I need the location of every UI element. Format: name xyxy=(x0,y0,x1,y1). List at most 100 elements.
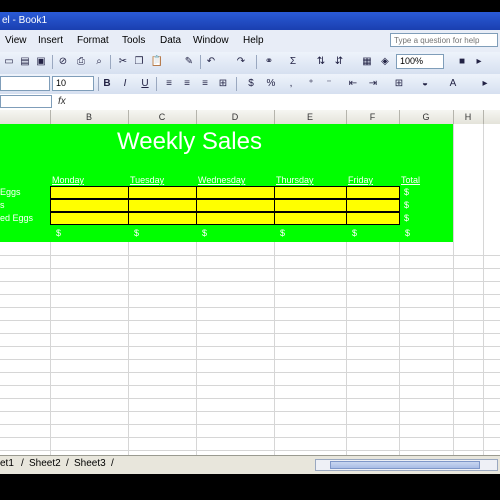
sales-cell[interactable] xyxy=(50,199,129,212)
new-icon[interactable]: ▭ xyxy=(2,55,16,69)
sales-cell[interactable] xyxy=(50,186,129,199)
print-preview-icon[interactable]: ⌕ xyxy=(92,55,106,69)
decrease-indent-icon[interactable]: ⇤ xyxy=(346,77,360,91)
bold-icon[interactable]: B xyxy=(100,77,114,91)
paste-icon[interactable]: 📋 xyxy=(150,55,164,69)
sales-cell[interactable] xyxy=(50,212,129,225)
format-painter-icon[interactable]: ✎ xyxy=(182,55,196,69)
undo-icon[interactable]: ↶ xyxy=(204,55,218,69)
row-label-2[interactable]: s xyxy=(0,200,5,210)
day-header-monday[interactable]: Monday xyxy=(52,175,84,185)
align-center-icon[interactable]: ≡ xyxy=(180,77,194,91)
column-header-a[interactable] xyxy=(0,110,51,124)
sort-descending-icon[interactable]: ⇵ xyxy=(332,55,346,69)
align-right-icon[interactable]: ≡ xyxy=(198,77,212,91)
zoom-select[interactable]: 100% xyxy=(396,54,444,69)
menu-help[interactable]: Help xyxy=(243,35,264,46)
column-header-g[interactable]: G xyxy=(399,110,454,124)
column-header-b[interactable]: B xyxy=(50,110,129,124)
increase-indent-icon[interactable]: ⇥ xyxy=(366,77,380,91)
font-color-icon[interactable]: A xyxy=(446,77,460,91)
tab-sheet3[interactable]: Sheet3 xyxy=(74,458,106,469)
cut-icon[interactable]: ✂ xyxy=(116,55,130,69)
fill-color-icon[interactable]: ◒ xyxy=(418,77,432,91)
total-header[interactable]: Total xyxy=(401,175,420,185)
italic-icon[interactable]: I xyxy=(118,77,132,91)
sales-cell[interactable] xyxy=(196,212,275,225)
day-header-wednesday[interactable]: Wednesday xyxy=(198,175,245,185)
total-cell[interactable]: $ xyxy=(404,213,409,223)
drawing-icon[interactable]: ◈ xyxy=(378,55,392,69)
increase-decimal-icon[interactable]: ⁺ xyxy=(304,77,318,91)
daily-total-cell[interactable]: $ xyxy=(56,228,61,238)
percent-icon[interactable]: % xyxy=(264,77,278,91)
sales-cell[interactable] xyxy=(196,199,275,212)
scrollbar-thumb[interactable] xyxy=(330,461,480,469)
decrease-decimal-icon[interactable]: ⁻ xyxy=(322,77,336,91)
day-header-tuesday[interactable]: Tuesday xyxy=(130,175,164,185)
worksheet-grid[interactable]: Weekly Sales Monday Tuesday Wednesday Th… xyxy=(0,124,500,455)
sales-cell[interactable] xyxy=(346,212,400,225)
help-search-input[interactable] xyxy=(390,33,498,47)
sales-cell[interactable] xyxy=(128,199,197,212)
save-icon[interactable]: ▣ xyxy=(34,55,48,69)
sales-cell[interactable] xyxy=(196,186,275,199)
research-icon[interactable]: ■ xyxy=(455,55,469,69)
column-header-h[interactable]: H xyxy=(453,110,484,124)
day-header-thursday[interactable]: Thursday xyxy=(276,175,314,185)
chart-wizard-icon[interactable]: ▦ xyxy=(360,55,374,69)
permission-icon[interactable]: ⊘ xyxy=(56,55,70,69)
menu-format[interactable]: Format xyxy=(77,35,109,46)
underline-icon[interactable]: U xyxy=(138,77,152,91)
column-header-e[interactable]: E xyxy=(274,110,347,124)
row-label-3[interactable]: ed Eggs xyxy=(0,213,33,223)
open-icon[interactable]: ▤ xyxy=(18,55,32,69)
sales-cell[interactable] xyxy=(274,186,347,199)
merge-center-icon[interactable]: ⊞ xyxy=(216,77,230,91)
toolbar-options-icon[interactable]: ▸ xyxy=(472,55,486,69)
menu-data[interactable]: Data xyxy=(160,35,181,46)
copy-icon[interactable]: ❐ xyxy=(132,55,146,69)
total-cell[interactable]: $ xyxy=(404,187,409,197)
toolbar-options-icon[interactable]: ▸ xyxy=(478,77,492,91)
row-label-1[interactable]: Eggs xyxy=(0,187,21,197)
grid-line xyxy=(0,333,500,334)
sort-ascending-icon[interactable]: ⇅ xyxy=(314,55,328,69)
daily-total-cell[interactable]: $ xyxy=(202,228,207,238)
daily-total-cell[interactable]: $ xyxy=(405,228,410,238)
column-header-d[interactable]: D xyxy=(196,110,275,124)
total-cell[interactable]: $ xyxy=(404,200,409,210)
comma-icon[interactable]: , xyxy=(284,77,298,91)
day-header-friday[interactable]: Friday xyxy=(348,175,373,185)
sales-cell[interactable] xyxy=(274,212,347,225)
daily-total-cell[interactable]: $ xyxy=(280,228,285,238)
menu-tools[interactable]: Tools xyxy=(122,35,145,46)
sales-cell[interactable] xyxy=(346,199,400,212)
menu-view[interactable]: View xyxy=(5,35,27,46)
daily-total-cell[interactable]: $ xyxy=(352,228,357,238)
menu-window[interactable]: Window xyxy=(193,35,229,46)
sales-cell[interactable] xyxy=(346,186,400,199)
horizontal-scrollbar[interactable] xyxy=(315,459,498,471)
tab-sheet1[interactable]: et1 xyxy=(0,458,14,469)
tab-sheet2[interactable]: Sheet2 xyxy=(29,458,61,469)
sales-cell[interactable] xyxy=(274,199,347,212)
font-name-select[interactable] xyxy=(0,76,50,91)
name-box[interactable] xyxy=(0,95,52,108)
redo-icon[interactable]: ↷ xyxy=(234,55,248,69)
menu-insert[interactable]: Insert xyxy=(38,35,63,46)
fx-icon[interactable]: fx xyxy=(58,96,66,107)
sales-cell[interactable] xyxy=(128,186,197,199)
align-left-icon[interactable]: ≡ xyxy=(162,77,176,91)
sheet-title[interactable]: Weekly Sales xyxy=(117,128,262,156)
hyperlink-icon[interactable]: ⚭ xyxy=(262,55,276,69)
print-icon[interactable]: ⎙ xyxy=(74,55,88,69)
column-header-c[interactable]: C xyxy=(128,110,197,124)
font-size-select[interactable]: 10 xyxy=(52,76,94,91)
daily-total-cell[interactable]: $ xyxy=(134,228,139,238)
currency-icon[interactable]: $ xyxy=(244,77,258,91)
column-header-f[interactable]: F xyxy=(346,110,400,124)
borders-icon[interactable]: ⊞ xyxy=(392,77,406,91)
sales-cell[interactable] xyxy=(128,212,197,225)
autosum-icon[interactable]: Σ xyxy=(286,55,300,69)
